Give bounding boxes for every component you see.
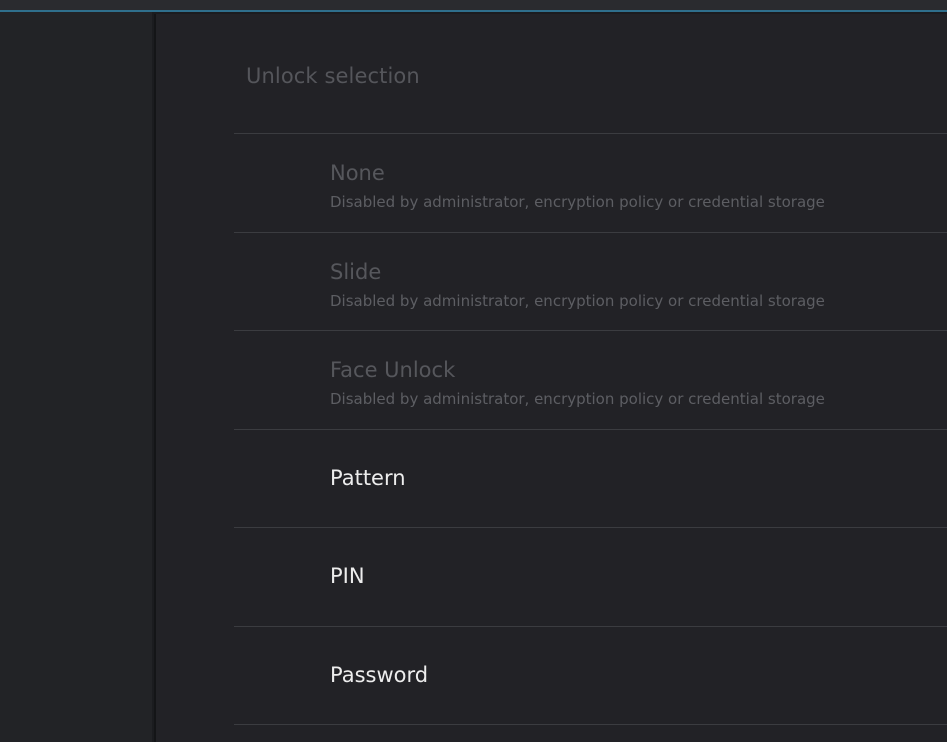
option-summary: Disabled by administrator, encryption po… [330, 390, 825, 408]
option-title: Slide [330, 260, 382, 284]
unlock-option-slide[interactable]: Slide Disabled by administrator, encrypt… [234, 233, 947, 331]
top-bar [0, 0, 947, 12]
divider [234, 724, 947, 725]
page-title: Unlock selection [246, 64, 420, 88]
unlock-option-face-unlock[interactable]: Face Unlock Disabled by administrator, e… [234, 331, 947, 429]
settings-screen: Unlock selection None Disabled by admini… [0, 0, 947, 742]
option-title: PIN [330, 564, 365, 588]
option-title: Pattern [330, 466, 406, 490]
unlock-option-none[interactable]: None Disabled by administrator, encrypti… [234, 134, 947, 232]
option-summary: Disabled by administrator, encryption po… [330, 292, 825, 310]
option-title: Password [330, 663, 429, 687]
unlock-option-pin[interactable]: PIN [234, 528, 947, 626]
unlock-option-pattern[interactable]: Pattern [234, 430, 947, 528]
left-pane [0, 12, 152, 742]
unlock-option-password[interactable]: Password [234, 627, 947, 725]
option-title: Face Unlock [330, 358, 456, 382]
unlock-selection-panel: Unlock selection None Disabled by admini… [154, 14, 947, 742]
option-title: None [330, 161, 385, 185]
option-summary: Disabled by administrator, encryption po… [330, 193, 825, 211]
